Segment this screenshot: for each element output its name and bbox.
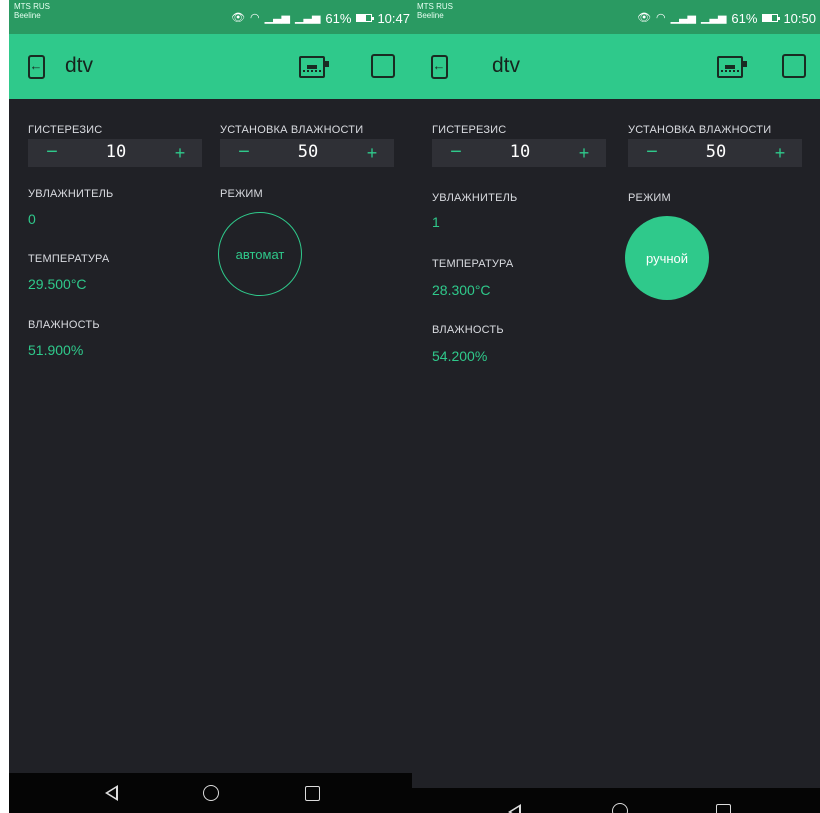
- app-title: dtv: [492, 54, 521, 77]
- hysteresis-minus-button[interactable]: −: [442, 141, 470, 165]
- signal-icon: ▁▃▅: [264, 11, 291, 24]
- humidifier-label: УВЛАЖНИТЕЛЬ: [28, 188, 114, 200]
- humidifier-value: 0: [28, 211, 36, 227]
- nav-home-icon[interactable]: [612, 803, 628, 813]
- humidity-setpoint-stepper[interactable]: − 50 +: [220, 139, 394, 167]
- humidity-setpoint-label: УСТАНОВКА ВЛАЖНОСТИ: [628, 124, 772, 136]
- app-bar: ← dtv: [9, 34, 414, 99]
- carrier-name-1: MTS RUS: [14, 2, 50, 11]
- humidity-setpoint-value: 50: [297, 142, 319, 162]
- square-icon[interactable]: [371, 54, 395, 78]
- clock: 10:47: [377, 10, 410, 26]
- wifi-icon: ◠: [250, 11, 260, 24]
- carrier-info: MTS RUS Beeline: [417, 2, 453, 20]
- back-icon[interactable]: ←: [428, 55, 450, 79]
- hysteresis-value: 10: [509, 142, 531, 162]
- signal-icon: ▁▃▅: [701, 11, 727, 24]
- humidity-minus-button[interactable]: −: [230, 141, 258, 165]
- device-icon[interactable]: [717, 56, 747, 78]
- temperature-value: 28.300°C: [432, 282, 491, 298]
- temperature-value: 29.500°C: [28, 276, 87, 292]
- app-title: dtv: [65, 54, 94, 77]
- eye-comfort-icon: 👁: [637, 11, 652, 24]
- hysteresis-label: ГИСТЕРЕЗИС: [28, 124, 103, 136]
- humidity-plus-button[interactable]: +: [358, 141, 386, 165]
- hysteresis-label: ГИСТЕРЕЗИС: [432, 124, 507, 136]
- carrier-name-2: Beeline: [417, 11, 444, 20]
- carrier-name-1: MTS RUS: [417, 2, 453, 11]
- humidity-label: ВЛАЖНОСТЬ: [28, 319, 100, 331]
- carrier-info: MTS RUS Beeline: [14, 2, 50, 20]
- square-icon[interactable]: [782, 54, 806, 78]
- clock: 10:50: [783, 10, 816, 26]
- eye-comfort-icon: 👁: [231, 11, 246, 24]
- battery-icon: [762, 14, 781, 22]
- back-icon[interactable]: ←: [25, 55, 47, 79]
- hysteresis-stepper[interactable]: − 10 +: [28, 139, 202, 167]
- carrier-name-2: Beeline: [14, 11, 41, 20]
- hysteresis-plus-button[interactable]: +: [570, 141, 598, 165]
- battery-percent: 61%: [731, 10, 758, 26]
- nav-recent-icon[interactable]: [305, 786, 320, 801]
- mode-button[interactable]: автомат: [218, 212, 302, 296]
- status-bar: MTS RUS Beeline 👁 ◠ ▁▃▅ ▁▃▅ 61% 10:50: [412, 0, 820, 34]
- device-icon[interactable]: [299, 56, 329, 78]
- nav-home-icon[interactable]: [203, 785, 219, 801]
- signal-icon: ▁▃▅: [295, 11, 321, 24]
- nav-recent-icon[interactable]: [716, 804, 731, 813]
- mode-label: РЕЖИМ: [220, 188, 263, 200]
- mode-label: РЕЖИМ: [628, 192, 671, 204]
- hysteresis-value: 10: [105, 142, 127, 162]
- phone-screen-right: MTS RUS Beeline 👁 ◠ ▁▃▅ ▁▃▅ 61% 10:50 ← …: [412, 0, 820, 813]
- humidity-label: ВЛАЖНОСТЬ: [432, 324, 504, 336]
- status-icons: 👁 ◠ ▁▃▅ ▁▃▅ 61% 10:47: [231, 9, 410, 27]
- battery-percent: 61%: [325, 10, 352, 26]
- hysteresis-stepper[interactable]: − 10 +: [432, 139, 606, 167]
- status-icons: 👁 ◠ ▁▃▅ ▁▃▅ 61% 10:50: [637, 9, 816, 27]
- temperature-label: ТЕМПЕРАТУРА: [28, 253, 110, 265]
- humidity-plus-button[interactable]: +: [766, 141, 794, 165]
- humidity-setpoint-stepper[interactable]: − 50 +: [628, 139, 802, 167]
- humidifier-value: 1: [432, 214, 440, 230]
- humidity-value: 54.200%: [432, 348, 488, 364]
- mode-button[interactable]: ручной: [625, 216, 709, 300]
- status-bar: MTS RUS Beeline 👁 ◠ ▁▃▅ ▁▃▅ 61% 10:47: [9, 0, 414, 34]
- signal-icon: ▁▃▅: [670, 11, 697, 24]
- nav-back-icon[interactable]: [105, 785, 118, 801]
- app-bar: ← dtv: [412, 34, 820, 99]
- temperature-label: ТЕМПЕРАТУРА: [432, 258, 514, 270]
- hysteresis-minus-button[interactable]: −: [38, 141, 66, 165]
- hysteresis-plus-button[interactable]: +: [166, 141, 194, 165]
- humidifier-label: УВЛАЖНИТЕЛЬ: [432, 192, 518, 204]
- humidity-setpoint-label: УСТАНОВКА ВЛАЖНОСТИ: [220, 124, 364, 136]
- humidity-setpoint-value: 50: [705, 142, 727, 162]
- nav-back-icon[interactable]: [508, 804, 521, 813]
- battery-icon: [356, 14, 375, 22]
- phone-screen-left: MTS RUS Beeline 👁 ◠ ▁▃▅ ▁▃▅ 61% 10:47 ← …: [9, 0, 414, 813]
- humidity-minus-button[interactable]: −: [638, 141, 666, 165]
- humidity-value: 51.900%: [28, 342, 84, 358]
- wifi-icon: ◠: [656, 11, 666, 24]
- navigation-bar: [412, 788, 820, 813]
- navigation-bar: [9, 773, 414, 813]
